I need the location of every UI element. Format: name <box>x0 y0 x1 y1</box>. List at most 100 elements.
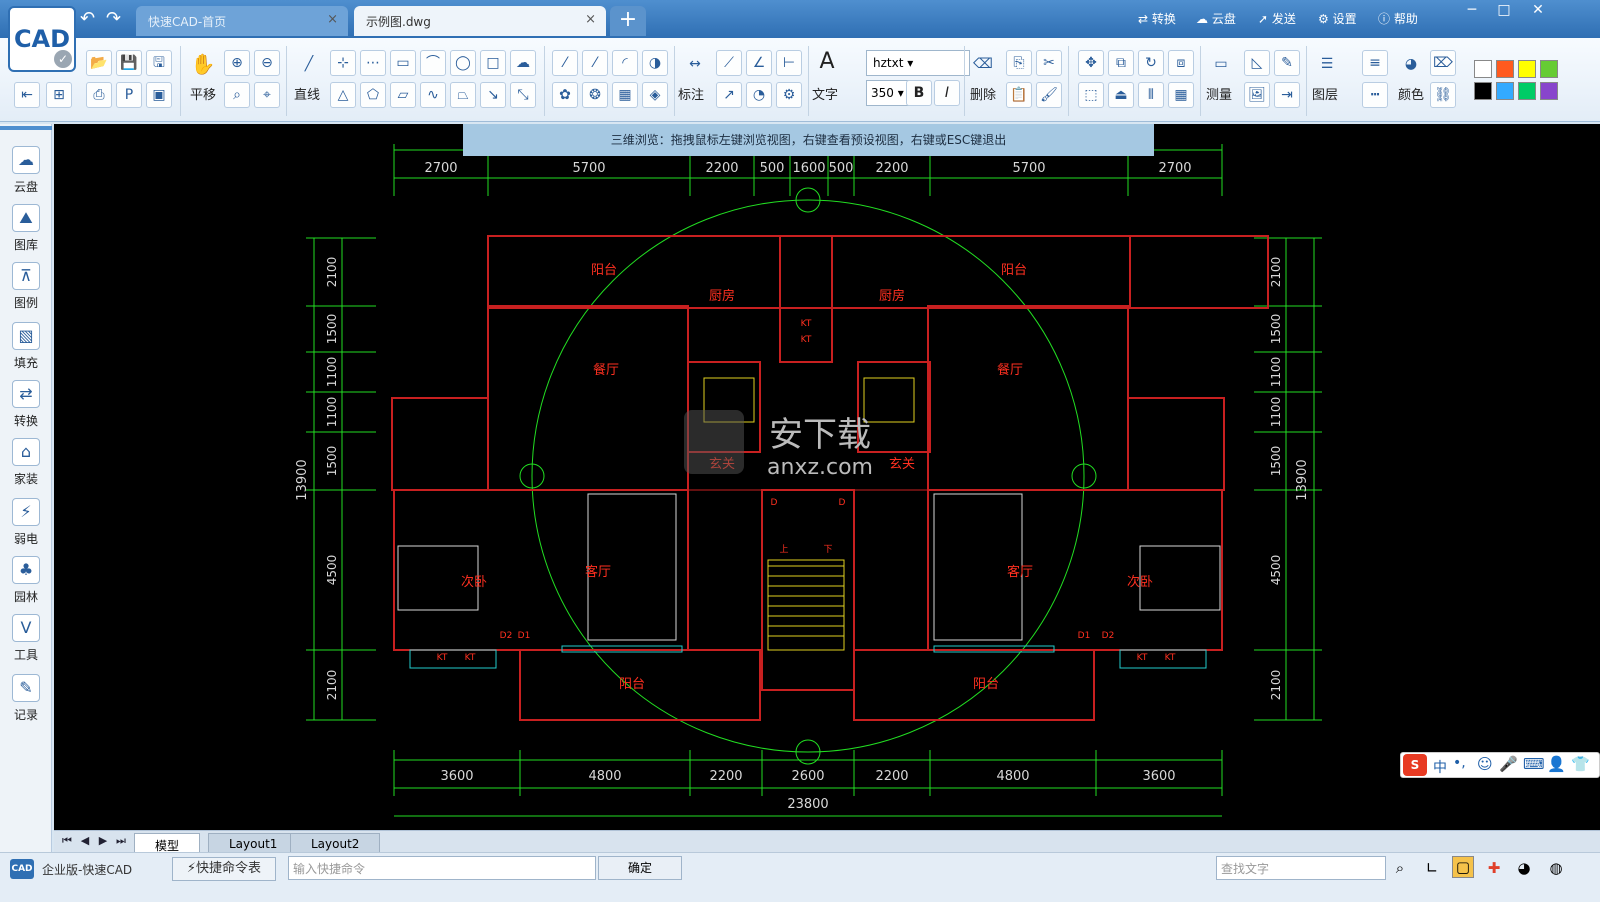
color-swatch[interactable] <box>1496 82 1514 100</box>
dimension-icon[interactable]: ↔ <box>682 52 708 78</box>
ellipse-arc-icon[interactable]: ◑ <box>642 50 668 76</box>
rect-line-icon[interactable]: ▭ <box>390 50 416 76</box>
arrow-icon[interactable]: ⤡ <box>510 82 536 108</box>
pdf-icon[interactable]: P <box>116 82 142 108</box>
minimize-button[interactable]: ─ <box>1458 2 1486 24</box>
linetype-icon[interactable]: ┅ <box>1362 82 1388 108</box>
eraser-small-icon[interactable]: ⌦ <box>1430 50 1456 76</box>
new-file-icon[interactable]: ⊞ <box>46 82 72 108</box>
eraser-icon[interactable]: ⌫ <box>970 52 996 78</box>
color-swatch[interactable] <box>1540 82 1558 100</box>
cloud-line-icon[interactable]: ☁ <box>510 50 536 76</box>
italic-button[interactable]: I <box>934 80 960 106</box>
help-button[interactable]: ⓘ 帮助 <box>1378 10 1418 27</box>
zoom-in-icon[interactable]: ⊕ <box>224 50 250 76</box>
tab-home-close-icon[interactable]: × <box>327 12 338 27</box>
trapezoid-icon[interactable]: ⏢ <box>450 82 476 108</box>
confirm-button[interactable]: 确定 <box>598 856 682 880</box>
trim-icon[interactable]: ⏏ <box>1108 82 1134 108</box>
convert-button[interactable]: ⇄ 转换 <box>1138 10 1176 27</box>
sidebar-item-tools[interactable]: V 工具 <box>8 614 44 663</box>
copy-icon[interactable]: ⎘ <box>1006 50 1032 76</box>
command-input[interactable]: 输入快捷命令 <box>288 856 596 880</box>
fillet-icon[interactable]: ◜ <box>612 50 638 76</box>
line-tool-icon[interactable]: ╱ <box>296 52 322 78</box>
close-window-button[interactable]: ✕ <box>1524 2 1552 24</box>
pentagon-icon[interactable]: ⬠ <box>360 82 386 108</box>
rotate-icon[interactable]: ↻ <box>1138 50 1164 76</box>
sidebar-item-gallery[interactable]: ⛰ 图库 <box>8 204 44 253</box>
font-select[interactable]: hztxt ▾ <box>866 50 970 76</box>
image-icon[interactable]: 🖼 <box>1244 82 1270 108</box>
tab-layout1[interactable]: Layout1 <box>208 833 299 853</box>
arc-line-icon[interactable]: ⌒ <box>420 50 446 76</box>
move-icon[interactable]: ✥ <box>1078 50 1104 76</box>
aligned-dim-icon[interactable]: ⟋ <box>716 50 742 76</box>
zoom-extents-icon[interactable]: ⌖ <box>254 82 280 108</box>
scale-icon[interactable]: ⧉ <box>1108 50 1134 76</box>
first-layout-icon[interactable]: ⏮ <box>60 834 74 850</box>
ortho-icon[interactable]: ∟ <box>1420 856 1444 880</box>
ime-toolbar[interactable]: S 中 •, ☺ 🎤 ⌨ 👤 👕 <box>1400 752 1600 778</box>
stretch-icon[interactable]: ⬚ <box>1078 82 1104 108</box>
command-table-button[interactable]: ⚡快捷命令表 <box>172 857 276 881</box>
maximize-button[interactable]: □ <box>1490 2 1518 24</box>
dash-line-icon[interactable]: ⁄ <box>552 50 578 76</box>
offset-icon[interactable]: ⧈ <box>1168 50 1194 76</box>
sidebar-item-legend[interactable]: ⊼ 图例 <box>8 262 44 311</box>
revcloud-icon[interactable]: ✿ <box>552 82 578 108</box>
link-icon[interactable]: ⛓ <box>1430 82 1456 108</box>
zoom-out-icon[interactable]: ⊖ <box>254 50 280 76</box>
rectangle-icon[interactable]: □ <box>480 50 506 76</box>
save-as-icon[interactable]: 🖫 <box>146 50 172 76</box>
back-icon[interactable]: ⇤ <box>14 82 40 108</box>
angular-dim-icon[interactable]: ∠ <box>746 50 772 76</box>
pan-hand-icon[interactable]: ✋ <box>190 52 216 78</box>
bold-button[interactable]: B <box>906 80 932 106</box>
snap-grid-icon[interactable]: ▢ <box>1452 856 1474 878</box>
sidebar-item-records[interactable]: ✎ 记录 <box>8 674 44 723</box>
color-swatch[interactable] <box>1518 60 1536 78</box>
color-swatch[interactable] <box>1474 60 1492 78</box>
tab-home[interactable]: 快速CAD-首页 × <box>136 6 348 36</box>
next-layout-icon[interactable]: ▶ <box>96 834 110 850</box>
multiline-icon[interactable]: ⋯ <box>360 50 386 76</box>
match-prop-icon[interactable]: 🖌 <box>1036 82 1062 108</box>
parallelogram-icon[interactable]: ▱ <box>390 82 416 108</box>
export-icon[interactable]: ▣ <box>146 82 172 108</box>
spline-icon[interactable]: ∿ <box>420 82 446 108</box>
undo-icon[interactable]: ↶ <box>80 8 95 29</box>
insert-icon[interactable]: ⇥ <box>1274 82 1300 108</box>
cut-icon[interactable]: ✂ <box>1036 50 1062 76</box>
layers-icon[interactable]: ☰ <box>1314 52 1340 78</box>
tab-model[interactable]: 模型 <box>134 833 201 853</box>
sidebar-item-convert[interactable]: ⇄ 转换 <box>8 380 44 429</box>
sidebar-item-cloud[interactable]: ☁ 云盘 <box>8 146 44 195</box>
new-tab-button[interactable]: + <box>610 6 646 36</box>
search-icon[interactable]: ⌕ <box>1388 856 1412 880</box>
sidebar-item-garden[interactable]: ♣ 园林 <box>8 556 44 605</box>
paste-icon[interactable]: 📋 <box>1006 82 1032 108</box>
baseline-dim-icon[interactable]: ⊢ <box>776 50 802 76</box>
lineweight-icon[interactable]: ≡ <box>1362 50 1388 76</box>
area-icon[interactable]: ◺ <box>1244 50 1270 76</box>
send-button[interactable]: ➚ 发送 <box>1258 10 1296 27</box>
cloud-button[interactable]: ☁ 云盘 <box>1196 10 1236 27</box>
tab-drawing[interactable]: 示例图.dwg × <box>354 6 606 36</box>
open-icon[interactable]: 📂 <box>86 50 112 76</box>
color-swatch[interactable] <box>1474 82 1492 100</box>
text-tool-icon[interactable]: A <box>814 50 840 76</box>
color-picker-icon[interactable]: ◕ <box>1512 856 1536 880</box>
leader-icon[interactable]: ↗ <box>716 82 742 108</box>
color-swatch[interactable] <box>1496 60 1514 78</box>
color-swatch[interactable] <box>1540 60 1558 78</box>
pen-icon[interactable]: ✎ <box>1274 50 1300 76</box>
mirror-icon[interactable]: ⫴ <box>1138 82 1164 108</box>
crosshair-icon[interactable]: ✚ <box>1482 856 1506 880</box>
sidebar-item-low-voltage[interactable]: ⚡ 弱电 <box>8 498 44 547</box>
zoom-window-icon[interactable]: ⌕ <box>224 82 250 108</box>
polyline-icon[interactable]: ⊹ <box>330 50 356 76</box>
array-icon[interactable]: ▦ <box>1168 82 1194 108</box>
ray-icon[interactable]: ↘ <box>480 82 506 108</box>
color-wheel-icon[interactable]: ◕ <box>1398 52 1424 78</box>
